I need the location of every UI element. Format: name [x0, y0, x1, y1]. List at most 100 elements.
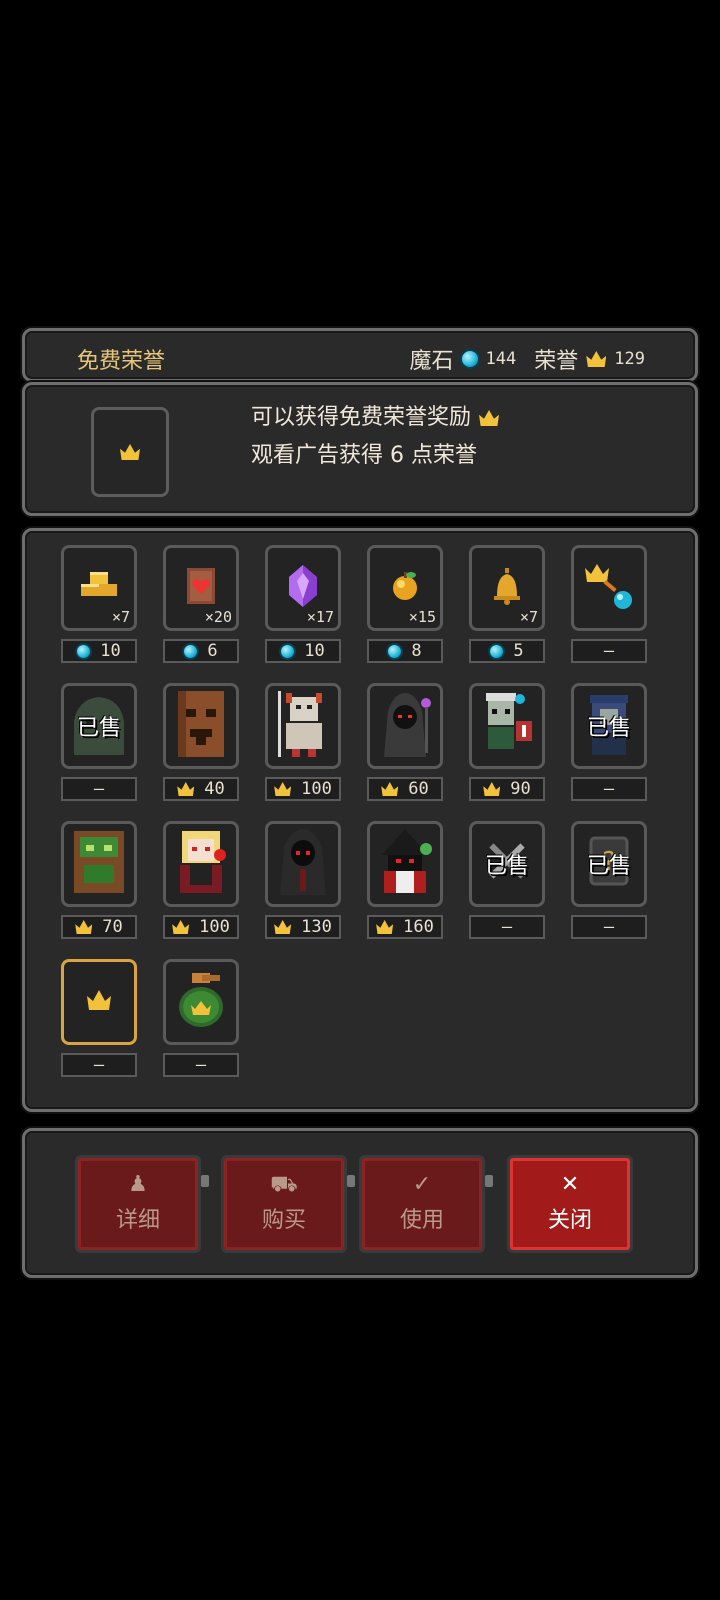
gold-ingots-icon: [77, 568, 121, 608]
red-eyed-reaper-icon: [272, 825, 334, 903]
shop-item-slot[interactable]: [367, 683, 443, 769]
crown-icon: [172, 920, 189, 934]
heart-scroll-icon: [179, 564, 223, 612]
hooded-shadow-icon: [374, 687, 436, 765]
item-price: 130: [265, 915, 341, 939]
shop-item-slot[interactable]: [163, 821, 239, 907]
shop-item-slot[interactable]: [61, 959, 137, 1045]
detail-button[interactable]: ♟ 详细: [75, 1155, 201, 1253]
watch-ad-text: 观看广告获得 6 点荣誉: [251, 443, 477, 468]
close-button[interactable]: ✕ 关闭: [507, 1155, 633, 1253]
price-value: —: [603, 779, 615, 799]
gem-icon: [490, 644, 504, 658]
price-value: 6: [207, 641, 218, 661]
shop-item-slot[interactable]: ×15: [367, 545, 443, 631]
golden-bell-icon: [489, 566, 525, 610]
shop-header: 免费荣誉 魔石 144 荣誉 129: [22, 328, 698, 382]
item-price: —: [163, 1053, 239, 1077]
shop-item-slot[interactable]: [469, 683, 545, 769]
crown-icon: [75, 920, 92, 934]
purple-crystal-icon: [285, 563, 321, 613]
shop-item-slot[interactable]: [265, 821, 341, 907]
zombie-banner-icon: [476, 687, 538, 765]
price-value: —: [603, 641, 615, 661]
shop-item-slot[interactable]: [367, 821, 443, 907]
sold-label: 已售: [586, 854, 631, 879]
free-honor-panel: 可以获得免费荣誉奖励 观看广告获得 6 点荣誉: [22, 382, 698, 516]
item-price: 10: [61, 639, 137, 663]
price-value: 100: [301, 779, 332, 799]
item-count: ×7: [519, 608, 538, 626]
check-icon: ✓: [412, 1172, 432, 1197]
item-count: ×20: [204, 608, 232, 626]
use-button[interactable]: ✓ 使用: [359, 1155, 485, 1253]
shop-item-slot[interactable]: 已售: [469, 821, 545, 907]
bolt: [485, 1175, 493, 1187]
honor-value: 129: [614, 349, 645, 369]
gem-icon: [77, 644, 91, 658]
item-price: 60: [367, 777, 443, 801]
sold-label: 已售: [586, 716, 631, 741]
blonde-vampire-icon: [170, 825, 232, 903]
shop-item-slot[interactable]: ×17: [265, 545, 341, 631]
golden-apple-icon: [387, 568, 423, 608]
tree-golem-icon: [170, 687, 232, 765]
price-value: 5: [513, 641, 524, 661]
crown-icon: [120, 444, 140, 460]
price-value: 40: [204, 779, 225, 799]
bolt: [201, 1175, 209, 1187]
gem-icon: [184, 644, 198, 658]
sold-label: 已售: [76, 716, 121, 741]
horned-knight-icon: [272, 687, 334, 765]
crown-to-gem-icon: [581, 558, 637, 618]
buy-button[interactable]: ⛟ 购买: [221, 1155, 347, 1253]
crown-icon: [586, 351, 606, 367]
price-value: 10: [100, 641, 121, 661]
shop-item-slot[interactable]: ? 已售: [571, 821, 647, 907]
item-price: 10: [265, 639, 341, 663]
item-price: 8: [367, 639, 443, 663]
shop-item-slot[interactable]: ×20: [163, 545, 239, 631]
item-price: 100: [265, 777, 341, 801]
item-count: ×7: [111, 608, 130, 626]
price-value: 160: [403, 917, 434, 937]
shop-item-slot[interactable]: ×7: [469, 545, 545, 631]
price-value: —: [93, 1055, 105, 1075]
shop-item-slot[interactable]: [163, 683, 239, 769]
sold-label: 已售: [484, 854, 529, 879]
shop-item-slot[interactable]: 已售: [571, 683, 647, 769]
gem-icon: [388, 644, 402, 658]
crown-icon: [376, 920, 393, 934]
honor-label: 荣誉: [534, 349, 579, 374]
shop-item-slot[interactable]: [61, 821, 137, 907]
item-count: ×15: [408, 608, 436, 626]
item-price: 100: [163, 915, 239, 939]
price-value: 10: [304, 641, 325, 661]
shop-item-slot[interactable]: [571, 545, 647, 631]
shop-item-slot[interactable]: [265, 683, 341, 769]
item-price: 40: [163, 777, 239, 801]
price-value: —: [603, 917, 615, 937]
item-price: 5: [469, 639, 545, 663]
bolt: [347, 1175, 355, 1187]
item-price: —: [571, 639, 647, 663]
crown-icon: [274, 920, 291, 934]
price-value: —: [501, 917, 513, 937]
item-price: 90: [469, 777, 545, 801]
free-honor-slot[interactable]: [91, 407, 169, 497]
shop-item-slot[interactable]: ×7: [61, 545, 137, 631]
magic-stone-value: 144: [485, 349, 517, 369]
currency-bar: 魔石 144 荣誉 129: [410, 343, 655, 375]
shop-item-slot[interactable]: 已售: [61, 683, 137, 769]
item-price: —: [61, 1053, 137, 1077]
shop-item-slot[interactable]: [163, 959, 239, 1045]
gem-icon: [281, 644, 295, 658]
crown-icon: [87, 990, 111, 1014]
price-value: 8: [411, 641, 422, 661]
crown-icon: [274, 782, 291, 796]
item-price: 70: [61, 915, 137, 939]
price-value: 90: [510, 779, 531, 799]
gem-icon: [461, 351, 478, 367]
price-value: 130: [301, 917, 332, 937]
price-value: 70: [102, 917, 123, 937]
